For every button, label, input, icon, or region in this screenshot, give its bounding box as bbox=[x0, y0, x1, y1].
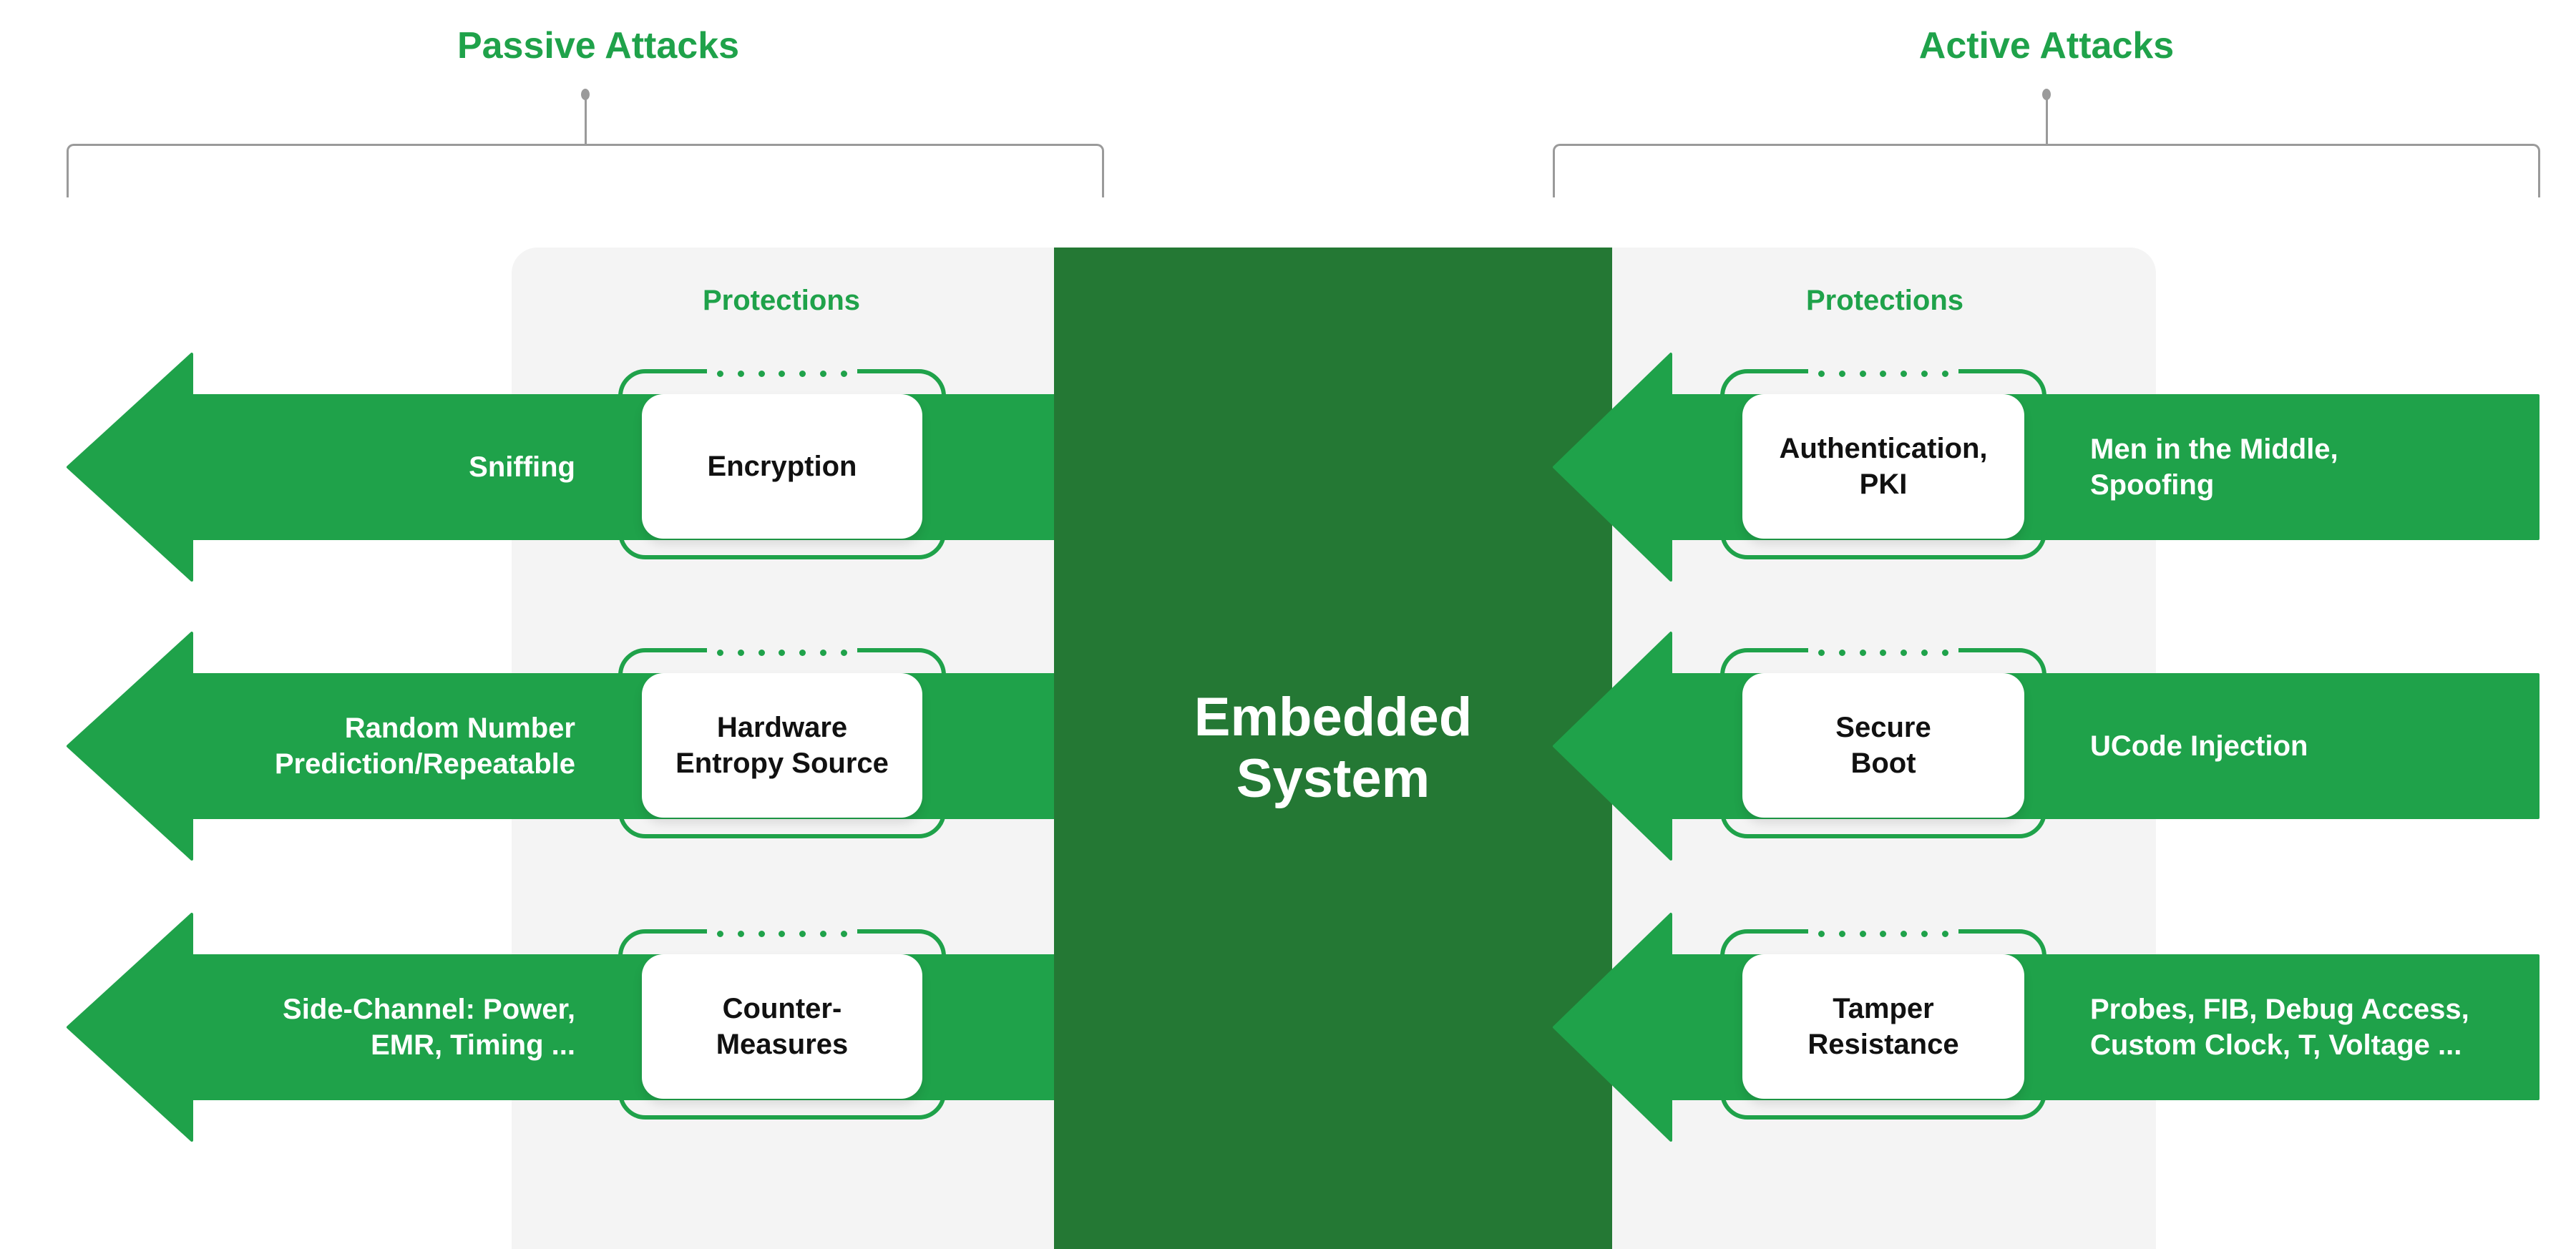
frame-dot bbox=[1818, 930, 1825, 937]
frame-dot bbox=[1901, 930, 1908, 937]
protection-card: Tamper Resistance bbox=[1742, 954, 2024, 1099]
frame-dot bbox=[1941, 930, 1948, 937]
protection-label: Tamper Resistance bbox=[1807, 993, 1959, 1060]
frame-dot bbox=[1838, 930, 1845, 937]
frame-dot bbox=[1859, 930, 1866, 937]
frame-dot bbox=[1880, 930, 1887, 937]
frame-dots-decoration bbox=[1808, 929, 1958, 939]
attack-label: Probes, FIB, Debug Access, Custom Clock,… bbox=[2090, 994, 2469, 1061]
frame-dot bbox=[1921, 930, 1928, 937]
